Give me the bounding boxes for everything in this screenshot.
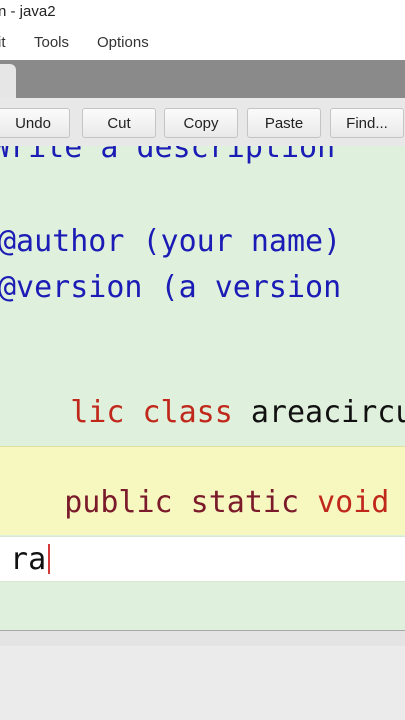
text-caret bbox=[48, 544, 50, 574]
code-line-description: Write a description bbox=[0, 146, 336, 165]
code-line-typed[interactable]: ra bbox=[0, 542, 46, 577]
menu-bar: it Tools Options bbox=[0, 26, 405, 60]
method-void-keyword: void bbox=[317, 485, 390, 520]
status-bar bbox=[0, 646, 405, 720]
tab-strip: × bbox=[0, 60, 405, 98]
window-title-bar: n - java2 bbox=[0, 0, 405, 26]
undo-button[interactable]: Undo bbox=[0, 108, 70, 138]
paste-button[interactable]: Paste bbox=[247, 108, 321, 138]
class-name: areacircum bbox=[250, 395, 405, 430]
code-line-author: @author (your name) bbox=[0, 224, 342, 259]
menu-edit[interactable]: it bbox=[0, 34, 6, 51]
method-modifiers: public static bbox=[64, 485, 300, 520]
window-title: n - java2 bbox=[0, 3, 56, 20]
current-line-band[interactable] bbox=[0, 536, 405, 582]
menu-options[interactable]: Options bbox=[97, 34, 149, 51]
editor-toolbar: Undo Cut Copy Paste Find... bbox=[0, 98, 405, 147]
copy-button[interactable]: Copy bbox=[164, 108, 238, 138]
cut-button[interactable]: Cut bbox=[82, 108, 156, 138]
code-line-version: @version (a version bbox=[0, 270, 342, 305]
class-keyword: lic class bbox=[70, 395, 233, 430]
editor-tab[interactable]: × bbox=[0, 64, 16, 98]
menu-tools[interactable]: Tools bbox=[34, 34, 69, 51]
find-button[interactable]: Find... bbox=[330, 108, 404, 138]
code-editor[interactable]: Write a description @author (your name) … bbox=[0, 146, 405, 630]
